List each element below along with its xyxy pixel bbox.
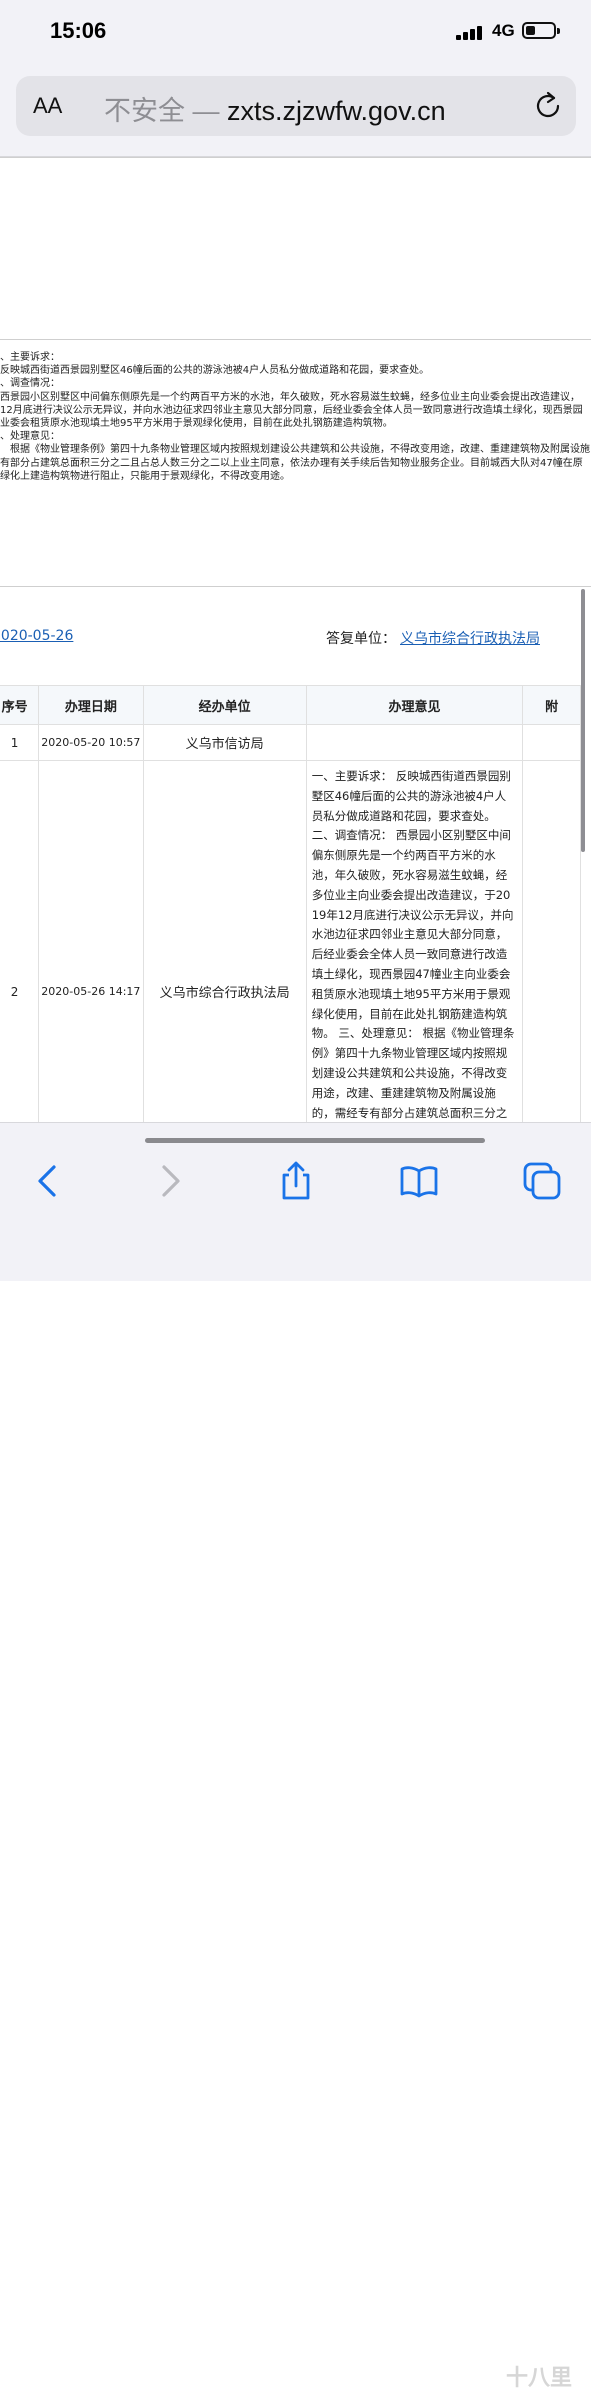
address-bar[interactable]: AA 不安全 — zxts.zjzwfw.gov.cn <box>16 76 576 136</box>
reply-dept-link[interactable]: 义乌市综合行政执法局 <box>400 628 540 648</box>
divider <box>0 157 591 158</box>
complaint-line: 二、调查情况： <box>0 378 60 390</box>
reload-icon[interactable] <box>534 91 562 119</box>
cell-attachment <box>522 724 581 761</box>
web-content: 一、主要诉求： 反映城西街道西景园别墅区46幢后面的公共的游泳池被4户人员私分做… <box>0 157 591 1122</box>
cell-no: 1 <box>0 724 40 761</box>
opinion-text: 一、主要诉求： 反映城西街道西景园别墅区46幢后面的公共的游泳池被4户人员私分做… <box>311 769 515 1120</box>
back-icon[interactable] <box>28 1161 68 1201</box>
network-label: 4G <box>492 21 515 40</box>
reply-date-link[interactable]: 2020-05-26 <box>0 628 73 644</box>
cell-unit: 义乌市信访局 <box>142 724 307 761</box>
url-text[interactable]: 不安全 — zxts.zjzwfw.gov.cn <box>104 89 446 128</box>
header-date: 办理日期 <box>38 685 144 725</box>
header-attachment: 附 <box>522 685 581 725</box>
home-indicator[interactable] <box>145 1138 485 1143</box>
browser-header: AA 不安全 — zxts.zjzwfw.gov.cn <box>0 60 591 157</box>
header-no: 序号 <box>0 685 40 725</box>
reply-dept-label: 答复单位： <box>326 631 396 647</box>
table-row: 2 2020-05-26 14:17 义乌市综合行政执法局 一、主要诉求： 反映… <box>0 759 581 1122</box>
divider <box>0 586 591 587</box>
complaint-line: 西景园小区别墅区中间偏东侧原先是一个约两百平方米的水池，年久破败，死水容易滋生蚊… <box>0 391 580 403</box>
text-size-button[interactable]: AA <box>33 93 62 119</box>
insecure-label: 不安全 — <box>104 96 220 126</box>
vertical-scrollbar[interactable] <box>581 589 585 852</box>
bookmarks-icon[interactable] <box>399 1161 439 1201</box>
table-row: 1 2020-05-20 10:57 义乌市信访局 <box>0 724 581 761</box>
cell-date: 2020-05-26 14:17 <box>38 759 144 1122</box>
complaint-line: 一、主要诉求： <box>0 352 60 363</box>
cell-no: 2 <box>0 759 40 1122</box>
table-header-row: 序号 办理日期 经办单位 办理意见 附 <box>0 685 581 725</box>
records-table: 序号 办理日期 经办单位 办理意见 附 1 2020-05-20 10:57 义… <box>0 685 581 1122</box>
complaint-line: 三、处理意见： <box>0 431 60 443</box>
complaint-line: 上绿化上建造构筑物进行阻止，只能用于景观绿化，不得改变用途。 <box>0 470 290 482</box>
cell-opinion: 一、主要诉求： 反映城西街道西景园别墅区46幢后面的公共的游泳池被4户人员私分做… <box>305 759 524 1122</box>
complaint-line: 年12月底进行决议公示无异议，并向水池边征求四邻业主意见大部分同意，后经业委会全… <box>0 404 583 416</box>
battery-icon <box>522 22 560 39</box>
share-icon[interactable] <box>276 1161 316 1201</box>
complaint-line: 专有部分占建筑总面积三分之二且占总人数三分之二以上业主同意，依法办理有关手续后告… <box>0 457 583 469</box>
cell-unit: 义乌市综合行政执法局 <box>142 759 307 1122</box>
browser-toolbar: 十八里 <box>0 1122 591 2391</box>
header-unit: 经办单位 <box>142 685 307 725</box>
cell-attachment <box>522 759 581 1122</box>
divider <box>0 339 591 340</box>
complaint-line: 反映城西街道西景园别墅区46幢后面的公共的游泳池被4户人员私分做成道路和花园，要… <box>0 365 430 377</box>
status-time: 15:06 <box>50 18 107 43</box>
signal-icon <box>456 24 486 40</box>
header-opinion: 办理意见 <box>305 685 524 725</box>
complaint-line: 向业委会租赁原水池现填土地95平方米用于景观绿化使用，目前在此处扎钢筋建造构筑物… <box>0 417 393 429</box>
watermark: 十八里 <box>506 2366 573 2391</box>
tabs-icon[interactable] <box>522 1161 562 1201</box>
complaint-line: 根据《物业管理条例》第四十九条物业管理区域内按照规划建设公共建筑和公共设施，不得… <box>10 444 590 456</box>
status-bar: 15:06 4G <box>0 0 591 60</box>
cell-date: 2020-05-20 10:57 <box>38 724 144 761</box>
complaint-text: 一、主要诉求： 反映城西街道西景园别墅区46幢后面的公共的游泳池被4户人员私分做… <box>0 351 591 483</box>
url-domain: zxts.zjzwfw.gov.cn <box>227 96 446 126</box>
cell-opinion <box>305 724 524 761</box>
forward-icon[interactable] <box>150 1161 190 1201</box>
